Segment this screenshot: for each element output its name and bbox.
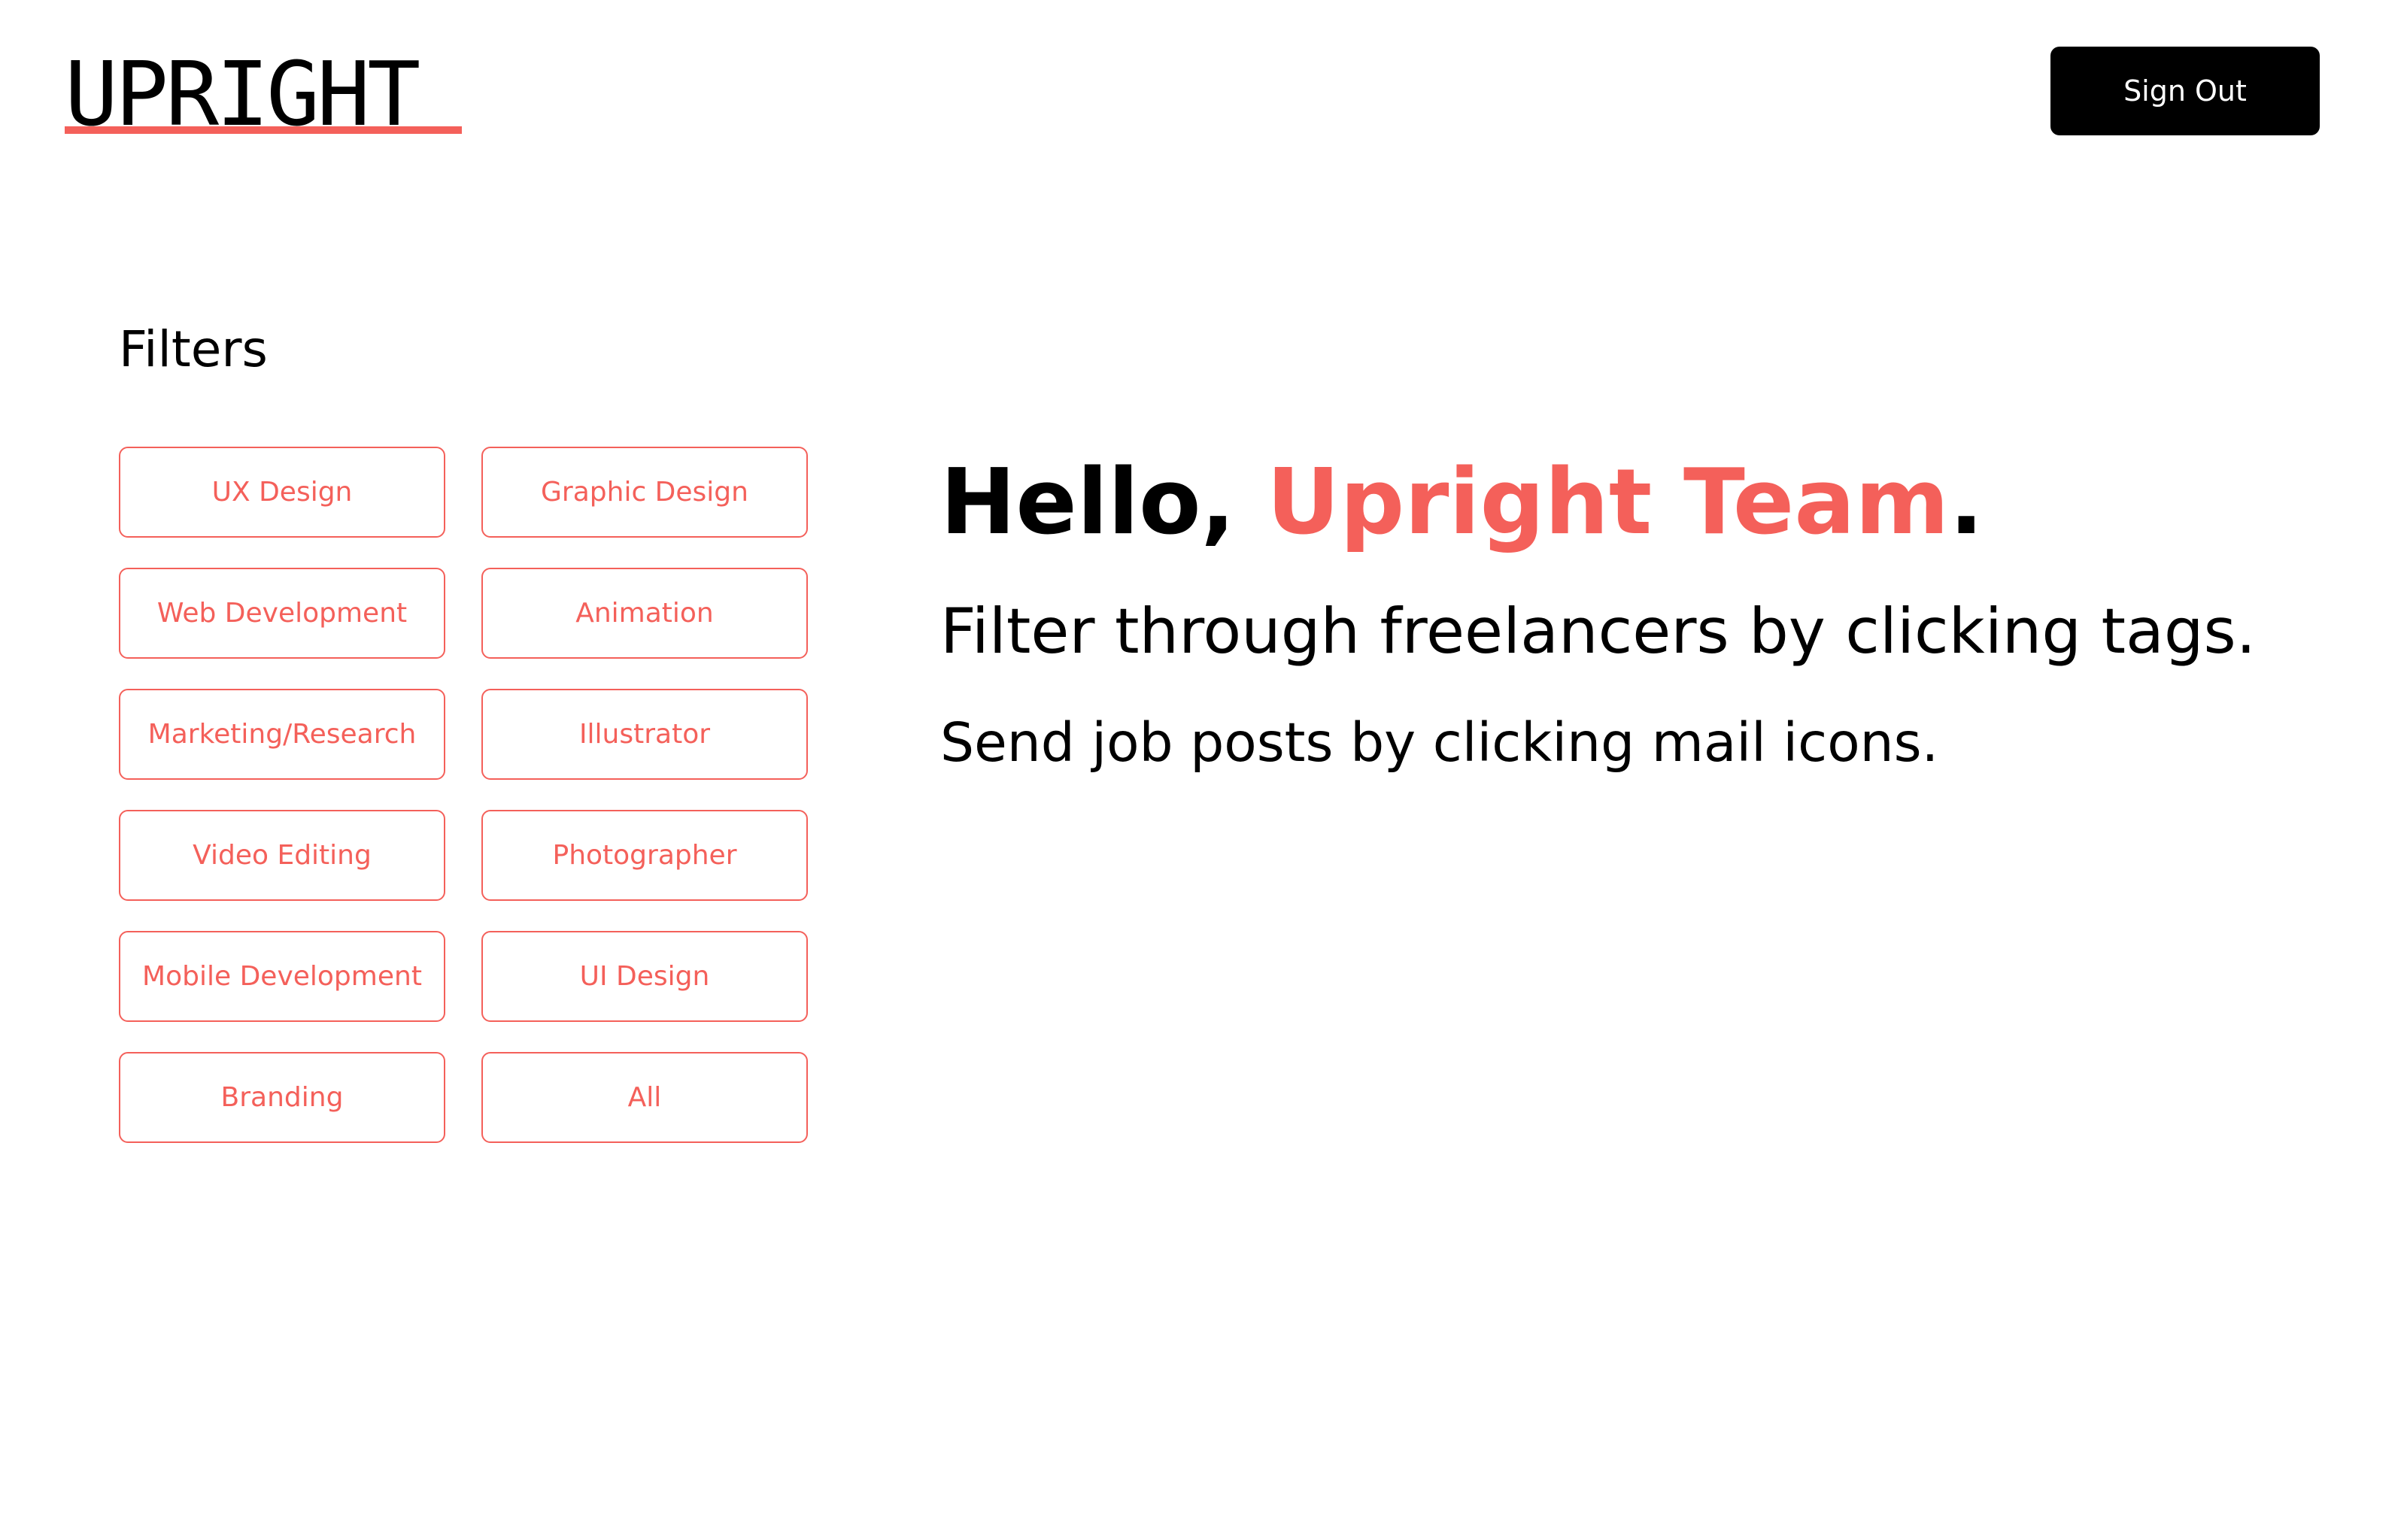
greeting-heading: Hello, Upright Team. xyxy=(940,447,1984,559)
filter-tag-mobile-development[interactable]: Mobile Development xyxy=(119,931,445,1022)
greeting-prefix: Hello, xyxy=(940,450,1267,555)
logo-underline xyxy=(65,126,462,134)
greeting-period: . xyxy=(1949,450,1984,555)
filter-tag-graphic-design[interactable]: Graphic Design xyxy=(481,447,808,538)
filter-tag-video-editing[interactable]: Video Editing xyxy=(119,810,445,901)
logo-wordmark: UPRIGHT xyxy=(65,42,420,146)
upright-logo[interactable]: UPRIGHT xyxy=(65,50,463,140)
filter-tag-ux-design[interactable]: UX Design xyxy=(119,447,445,538)
sign-out-button[interactable]: Sign Out xyxy=(2050,47,2320,135)
filter-tag-web-development[interactable]: Web Development xyxy=(119,568,445,659)
filter-tag-photographer[interactable]: Photographer xyxy=(481,810,808,901)
filter-tag-animation[interactable]: Animation xyxy=(481,568,808,659)
filter-tag-all[interactable]: All xyxy=(481,1052,808,1143)
greeting-team-name: Upright Team xyxy=(1266,450,1950,555)
filter-tag-ui-design[interactable]: UI Design xyxy=(481,931,808,1022)
filter-tag-branding[interactable]: Branding xyxy=(119,1052,445,1143)
filter-tag-marketing-research[interactable]: Marketing/Research xyxy=(119,689,445,780)
filter-instructions: Filter through freelancers by clicking t… xyxy=(940,595,2257,668)
filters-heading: Filters xyxy=(119,320,268,378)
filter-tag-illustrator[interactable]: Illustrator xyxy=(481,689,808,780)
filter-tag-grid: UX Design Graphic Design Web Development… xyxy=(119,447,809,1143)
mail-instructions: Send job posts by clicking mail icons. xyxy=(940,711,1939,774)
